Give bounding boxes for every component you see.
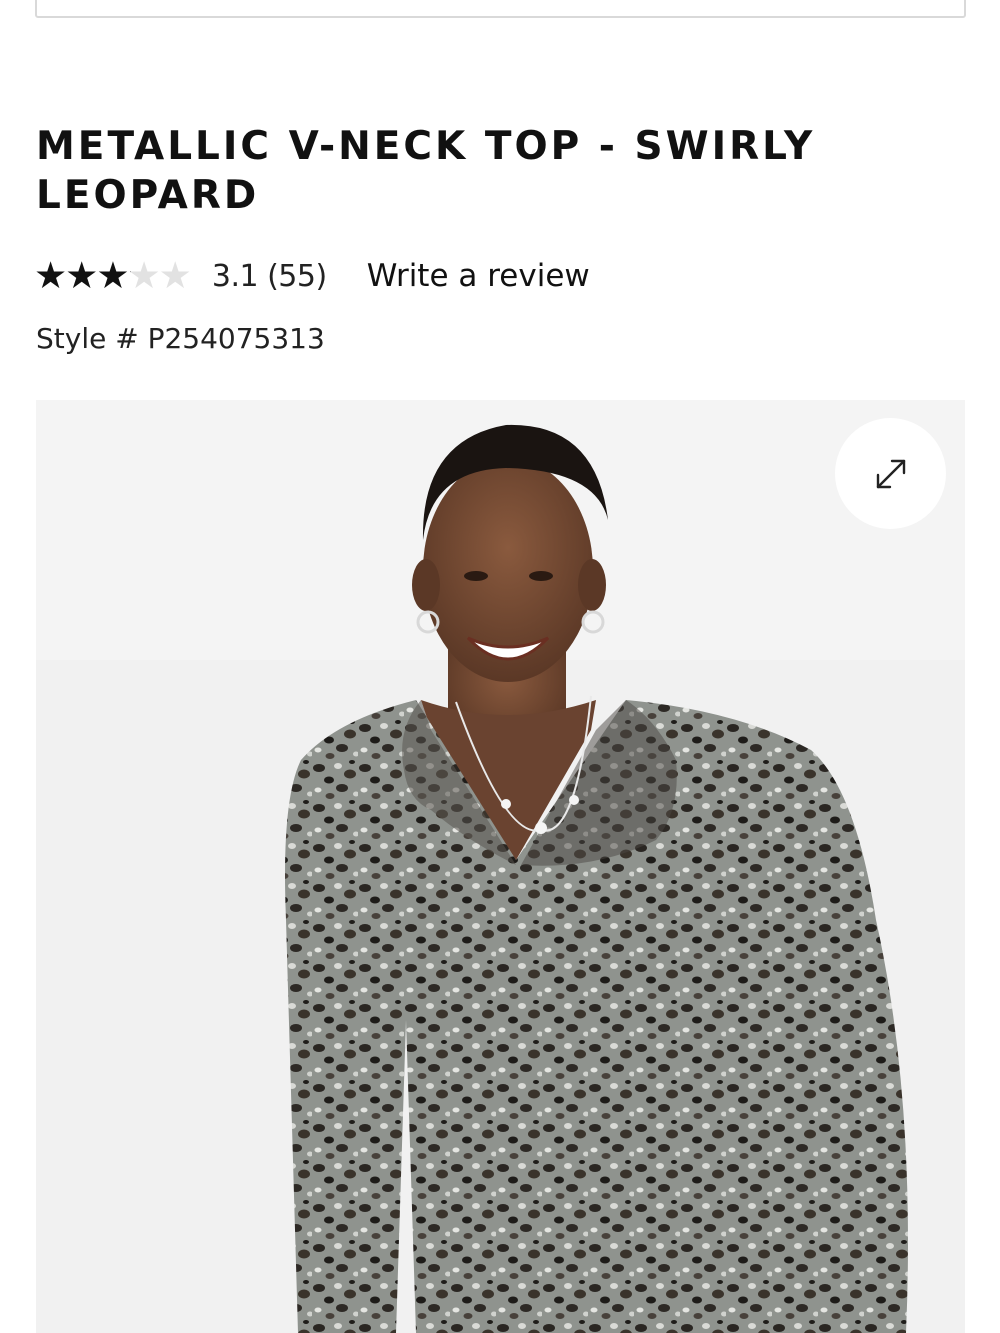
product-photo — [36, 400, 965, 1333]
product-image[interactable] — [36, 400, 965, 1333]
rating-stars[interactable]: ★★★★★ ★★★★★ — [34, 256, 192, 296]
expand-image-button[interactable] — [835, 418, 946, 529]
product-title: METALLIC V-NECK TOP - SWIRLY LEOPARD — [36, 124, 816, 218]
rating-score-count[interactable]: 3.1 (55) — [212, 259, 327, 294]
expand-arrows-icon — [876, 459, 905, 488]
style-number: Style # P254075313 — [36, 322, 325, 355]
write-review-link[interactable]: Write a review — [367, 258, 590, 294]
rating-row: ★★★★★ ★★★★★ 3.1 (55) Write a review — [34, 253, 590, 299]
previous-section-box — [35, 0, 966, 18]
filled-stars-icon: ★★★★★ — [34, 256, 131, 296]
